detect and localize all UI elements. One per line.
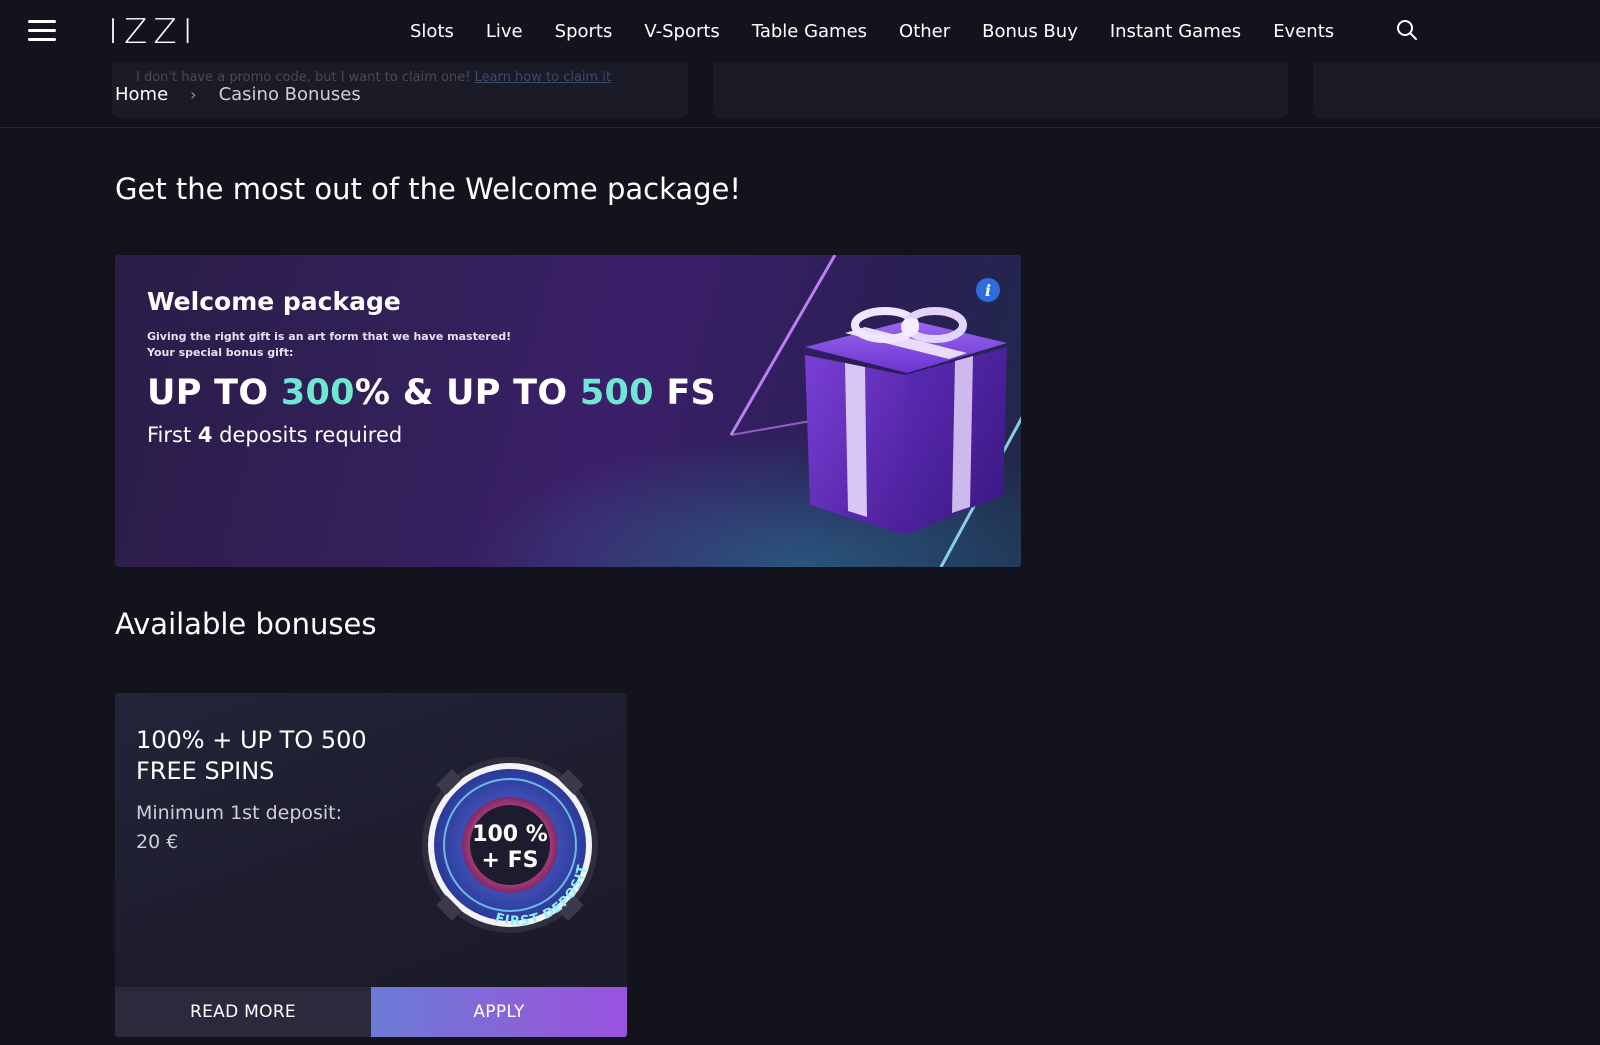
available-bonuses-title: Available bonuses (115, 607, 377, 641)
breadcrumb-home[interactable]: Home (115, 84, 168, 105)
promo-text-label: I don't have a promo code, but I want to… (136, 70, 471, 85)
chevron-right-icon: › (190, 85, 197, 104)
read-more-button[interactable]: READ MORE (115, 987, 371, 1037)
req-text: First (147, 423, 198, 447)
chip-text-percent: 100 % (472, 822, 548, 847)
offer-text: % & UP TO (354, 373, 580, 413)
promo-text: I don't have a promo code, but I want to… (136, 70, 611, 85)
nav-item-events[interactable]: Events (1273, 21, 1334, 42)
header-divider (0, 127, 1600, 128)
req-number: 4 (197, 423, 213, 447)
promo-card-right (1313, 62, 1600, 118)
welcome-desc-line-2: Your special bonus gift: (147, 346, 294, 359)
welcome-requirement: First 4 deposits required (147, 423, 402, 447)
welcome-desc-line-1: Giving the right gift is an art form tha… (147, 330, 512, 343)
page-title: Get the most out of the Welcome package! (115, 172, 742, 206)
search-icon[interactable] (1395, 18, 1419, 42)
bonus-card: 100% + UP TO 500 FREE SPINS Minimum 1st … (115, 693, 627, 1037)
offer-percent: 300 (280, 373, 355, 413)
breadcrumb-current: Casino Bonuses (218, 84, 361, 105)
chip-text-fs: + FS (482, 848, 539, 873)
nav-item-sports[interactable]: Sports (555, 21, 613, 42)
nav-item-live[interactable]: Live (486, 21, 523, 42)
req-text: deposits required (212, 423, 403, 447)
svg-text:i: i (985, 281, 991, 300)
offer-text: UP TO (147, 373, 281, 413)
first-deposit-chip-image: 100 % + FS FIRST DEPOSIT (422, 757, 598, 933)
welcome-package-banner[interactable]: Welcome package Giving the right gift is… (115, 255, 1021, 567)
main-nav: Slots Live Sports V-Sports Table Games O… (410, 0, 1366, 62)
bonus-card-actions: READ MORE APPLY (115, 987, 627, 1037)
bonus-title: 100% + UP TO 500 FREE SPINS (136, 726, 367, 785)
nav-item-slots[interactable]: Slots (410, 21, 454, 42)
breadcrumb: Home › Casino Bonuses (115, 84, 361, 105)
info-icon[interactable]: i (975, 277, 1001, 303)
nav-item-other[interactable]: Other (899, 21, 950, 42)
promo-card-middle (713, 62, 1288, 118)
nav-item-bonus-buy[interactable]: Bonus Buy (982, 21, 1078, 42)
nav-item-v-sports[interactable]: V-Sports (644, 21, 719, 42)
menu-icon[interactable] (28, 20, 56, 42)
welcome-title: Welcome package (147, 287, 401, 316)
apply-button[interactable]: APPLY (371, 987, 627, 1037)
top-navigation-bar: IZZI Slots Live Sports V-Sports Table Ga… (0, 0, 1600, 62)
bonus-min-deposit: Minimum 1st deposit: 20 € (136, 802, 343, 853)
welcome-description: Giving the right gift is an art form tha… (147, 329, 511, 361)
promo-claim-link[interactable]: Learn how to claim it (475, 70, 611, 85)
nav-item-table-games[interactable]: Table Games (752, 21, 867, 42)
logo[interactable]: IZZI (108, 12, 199, 52)
offer-free-spins: 500 (579, 373, 654, 413)
offer-text: FS (653, 373, 717, 413)
welcome-offer: UP TO 300% & UP TO 500 FS (147, 373, 716, 413)
nav-item-instant-games[interactable]: Instant Games (1110, 21, 1241, 42)
